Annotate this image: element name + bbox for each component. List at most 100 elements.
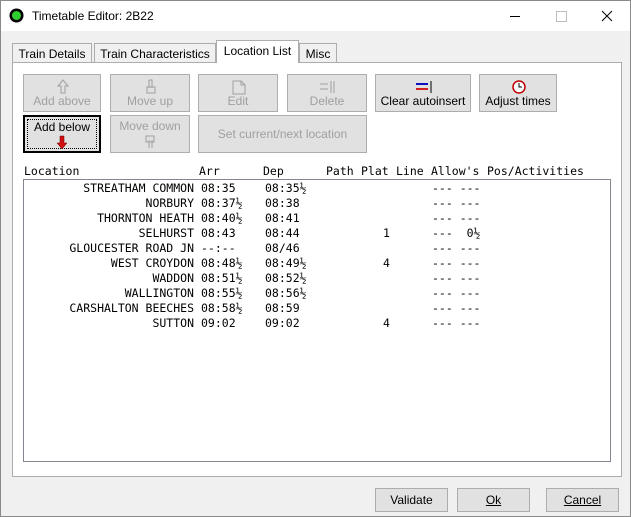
timetable-editor-window: Timetable Editor: 2B22 Train Details Tra… [0,0,631,517]
move-down-button[interactable]: Move down [110,115,190,153]
delete-button[interactable]: Delete [287,74,367,112]
set-current-next-location-button[interactable]: Set current/next location [198,115,367,153]
clear-autoinsert-label: Clear autoinsert [380,94,466,108]
tab-misc[interactable]: Misc [299,43,337,63]
adjust-times-label: Adjust times [485,94,551,108]
list-item[interactable]: WADDON 08:51½ 08:52½ --- --- [24,271,610,286]
allow-cell: --- --- [432,301,481,315]
move-up-label: Move up [126,94,174,108]
allow-cell: --- --- [432,256,481,270]
edit-button[interactable]: Edit [198,74,278,112]
arr-cell: 08:51½ [201,271,243,285]
move-down-label: Move down [119,119,181,133]
maximize-button[interactable] [538,1,584,31]
arr-cell: 08:48½ [201,256,243,270]
close-icon [601,10,613,22]
set-location-label: Set current/next location [217,127,348,141]
list-item[interactable]: CARSHALTON BEECHES 08:58½ 08:59 --- --- [24,301,610,316]
dep-cell: 08:59 [265,301,300,315]
tab-train-details[interactable]: Train Details [12,43,92,63]
location-cell: SUTTON [152,316,194,330]
list-item[interactable]: SUTTON 09:02 09:02 4 --- --- [24,316,610,331]
validate-label: Validate [390,493,433,507]
list-item[interactable]: NORBURY 08:37½ 08:38 --- --- [24,196,610,211]
plat-cell: 4 [383,256,390,270]
dep-cell: 08/46 [265,241,300,255]
adjust-times-button[interactable]: Adjust times [479,74,557,112]
list-item[interactable]: WEST CROYDON 08:48½ 08:49½ 4 --- --- [24,256,610,271]
close-button[interactable] [584,1,630,31]
delete-label: Delete [309,94,345,108]
list-item[interactable]: SELHURST 08:43 08:44 1 --- 0½ [24,226,610,241]
arr-cell: 09:02 [201,316,236,330]
arr-cell: 08:58½ [201,301,243,315]
header-dep: Dep [263,164,284,178]
hand-down-icon [145,135,155,148]
list-item[interactable]: WALLINGTON 08:55½ 08:56½ --- --- [24,286,610,301]
arr-cell: 08:40½ [201,211,243,225]
arr-cell: 08:37½ [201,196,243,210]
ok-label: Ok [485,493,502,507]
clear-autoinsert-button[interactable]: Clear autoinsert [375,74,471,112]
list-item[interactable]: THORNTON HEATH 08:40½ 08:41 --- --- [24,211,610,226]
add-below-button[interactable]: Add below [23,115,101,153]
location-cell: THORNTON HEATH [97,211,194,225]
tab-label: Train Details [18,47,86,61]
window-title: Timetable Editor: 2B22 [32,9,154,23]
list-item[interactable]: GLOUCESTER ROAD JN --:-- 08/46 --- --- [24,241,610,256]
add-above-button[interactable]: Add above [23,74,101,112]
location-cell: NORBURY [145,196,194,210]
title-bar[interactable]: Timetable Editor: 2B22 [1,1,630,31]
allow-cell: --- 0½ [432,226,481,240]
cancel-label: Cancel [563,493,602,507]
dep-cell: 08:38 [265,196,300,210]
move-up-button[interactable]: Move up [110,74,190,112]
edit-label: Edit [227,94,249,108]
validate-button[interactable]: Validate [375,488,448,512]
allow-cell: --- --- [432,241,481,255]
location-cell: WADDON [152,271,194,285]
location-cell: GLOUCESTER ROAD JN [69,241,194,255]
plat-cell: 1 [383,226,390,240]
plat-cell: 4 [383,316,390,330]
tab-label: Misc [305,47,331,61]
location-cell: SELHURST [138,226,194,240]
tab-train-characteristics[interactable]: Train Characteristics [94,43,216,63]
arr-cell: 08:43 [201,226,236,240]
dep-cell: 08:56½ [265,286,307,300]
arr-cell: 08:35 [201,181,236,195]
ok-button[interactable]: Ok [457,488,530,512]
list-item[interactable]: STREATHAM COMMON 08:35 08:35½ --- --- [24,181,610,196]
add-above-label: Add above [33,94,91,108]
dep-cell: 08:44 [265,226,300,240]
dep-cell: 09:02 [265,316,300,330]
allow-cell: --- --- [432,271,481,285]
location-cell: WALLINGTON [124,286,194,300]
allow-cell: --- --- [432,196,481,210]
allow-cell: --- --- [432,181,481,195]
header-arr: Arr [199,164,220,178]
location-cell: STREATHAM COMMON [83,181,194,195]
app-icon [9,8,24,23]
dep-cell: 08:52½ [265,271,307,285]
tab-label: Train Characteristics [100,47,210,61]
header-allows: Allow's [431,164,480,178]
allow-cell: --- --- [432,286,481,300]
tab-label: Location List [223,44,292,58]
tab-location-list[interactable]: Location List [216,40,299,63]
header-path: Path [326,164,354,178]
cancel-button[interactable]: Cancel [546,488,619,512]
allow-cell: --- --- [432,211,481,225]
location-cell: CARSHALTON BEECHES [69,301,194,315]
header-pos-activities: Pos/Activities [487,164,584,178]
allow-cell: --- --- [432,316,481,330]
arr-cell: --:-- [201,241,236,255]
header-line: Line [396,164,424,178]
location-cell: WEST CROYDON [110,256,194,270]
arrow-down-icon [56,135,68,150]
location-listbox[interactable]: STREATHAM COMMON 08:35 08:35½ --- --- NORBUR… [23,179,611,462]
dep-cell: 08:49½ [265,256,307,270]
arr-cell: 08:55½ [201,286,243,300]
dep-cell: 08:41 [265,211,300,225]
minimize-button[interactable] [492,1,538,31]
